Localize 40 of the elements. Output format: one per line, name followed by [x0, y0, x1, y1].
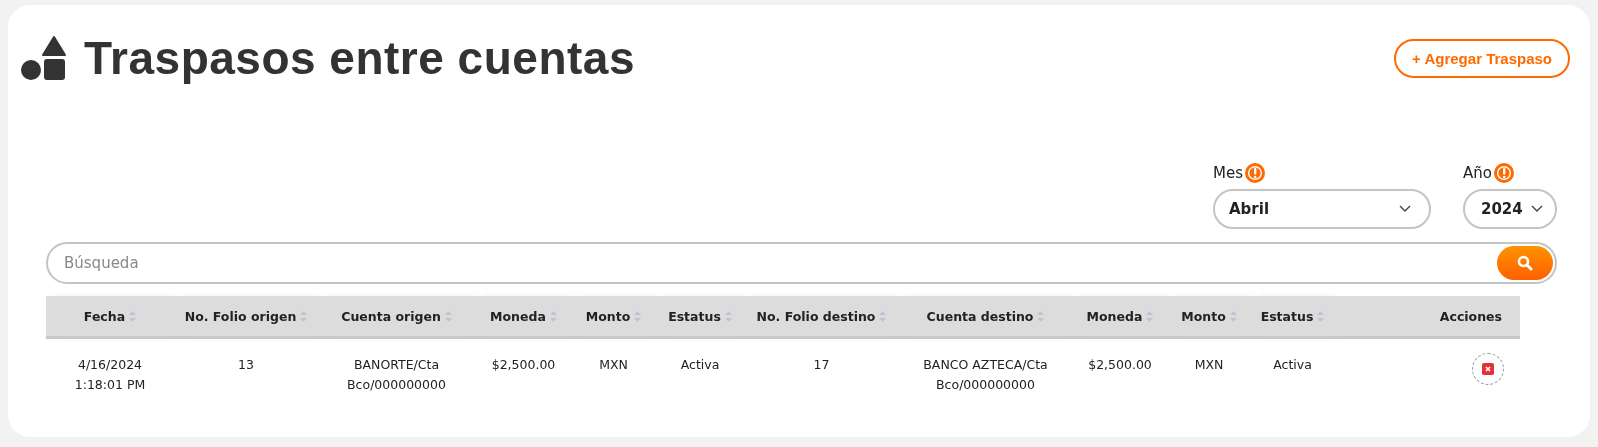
sort-icon	[724, 310, 732, 322]
sort-icon	[1229, 310, 1237, 322]
table-cell: BANCO AZTECA/Cta Bco/000000000	[923, 357, 1048, 392]
column-header[interactable]: Fecha	[83, 308, 137, 324]
sort-icon	[129, 310, 137, 322]
sort-icon	[1317, 310, 1325, 322]
table-cell: $2,500.00	[1088, 357, 1152, 372]
filter-label: Año	[1463, 164, 1492, 182]
select-field[interactable]: 2024	[1463, 189, 1557, 229]
search-field[interactable]: Búsqueda	[62, 253, 1497, 273]
chevron-icon	[1399, 205, 1411, 213]
shapes-icon	[20, 35, 66, 81]
sort-icon	[1037, 310, 1045, 322]
search-button[interactable]	[1497, 246, 1553, 280]
chevron-icon	[1531, 205, 1543, 213]
close-icon	[1482, 363, 1494, 375]
sort-icon	[879, 310, 887, 322]
search-bar[interactable]: Búsqueda	[46, 242, 1557, 284]
select-field[interactable]: Abril	[1213, 189, 1431, 229]
table-cell: MXN	[599, 357, 628, 372]
delete-button[interactable]	[1472, 353, 1504, 385]
table-cell: $2,500.00	[491, 357, 556, 372]
table-cell: MXN	[1194, 357, 1224, 372]
sort-icon	[444, 310, 452, 322]
table-cell: 13	[238, 357, 254, 372]
sort-icon	[634, 310, 642, 322]
sort-icon	[549, 310, 557, 322]
column-header[interactable]: Acciones	[1439, 308, 1502, 324]
info-icon	[1245, 163, 1265, 183]
sort-icon	[300, 310, 308, 322]
page-title: Traspasos entre cuentas	[84, 31, 635, 85]
filter-label: Mes	[1213, 164, 1243, 182]
table-cell: 4/16/2024 1:18:01 PM	[74, 357, 146, 392]
table-cell: BANORTE/Cta Bco/000000000	[347, 357, 446, 392]
table-cell: Activa	[1273, 357, 1312, 372]
sort-icon	[1146, 310, 1154, 322]
info-icon	[1493, 163, 1514, 183]
table-cell: Activa	[680, 357, 720, 372]
table-cell: 17	[813, 357, 830, 372]
search-icon	[1517, 255, 1533, 271]
